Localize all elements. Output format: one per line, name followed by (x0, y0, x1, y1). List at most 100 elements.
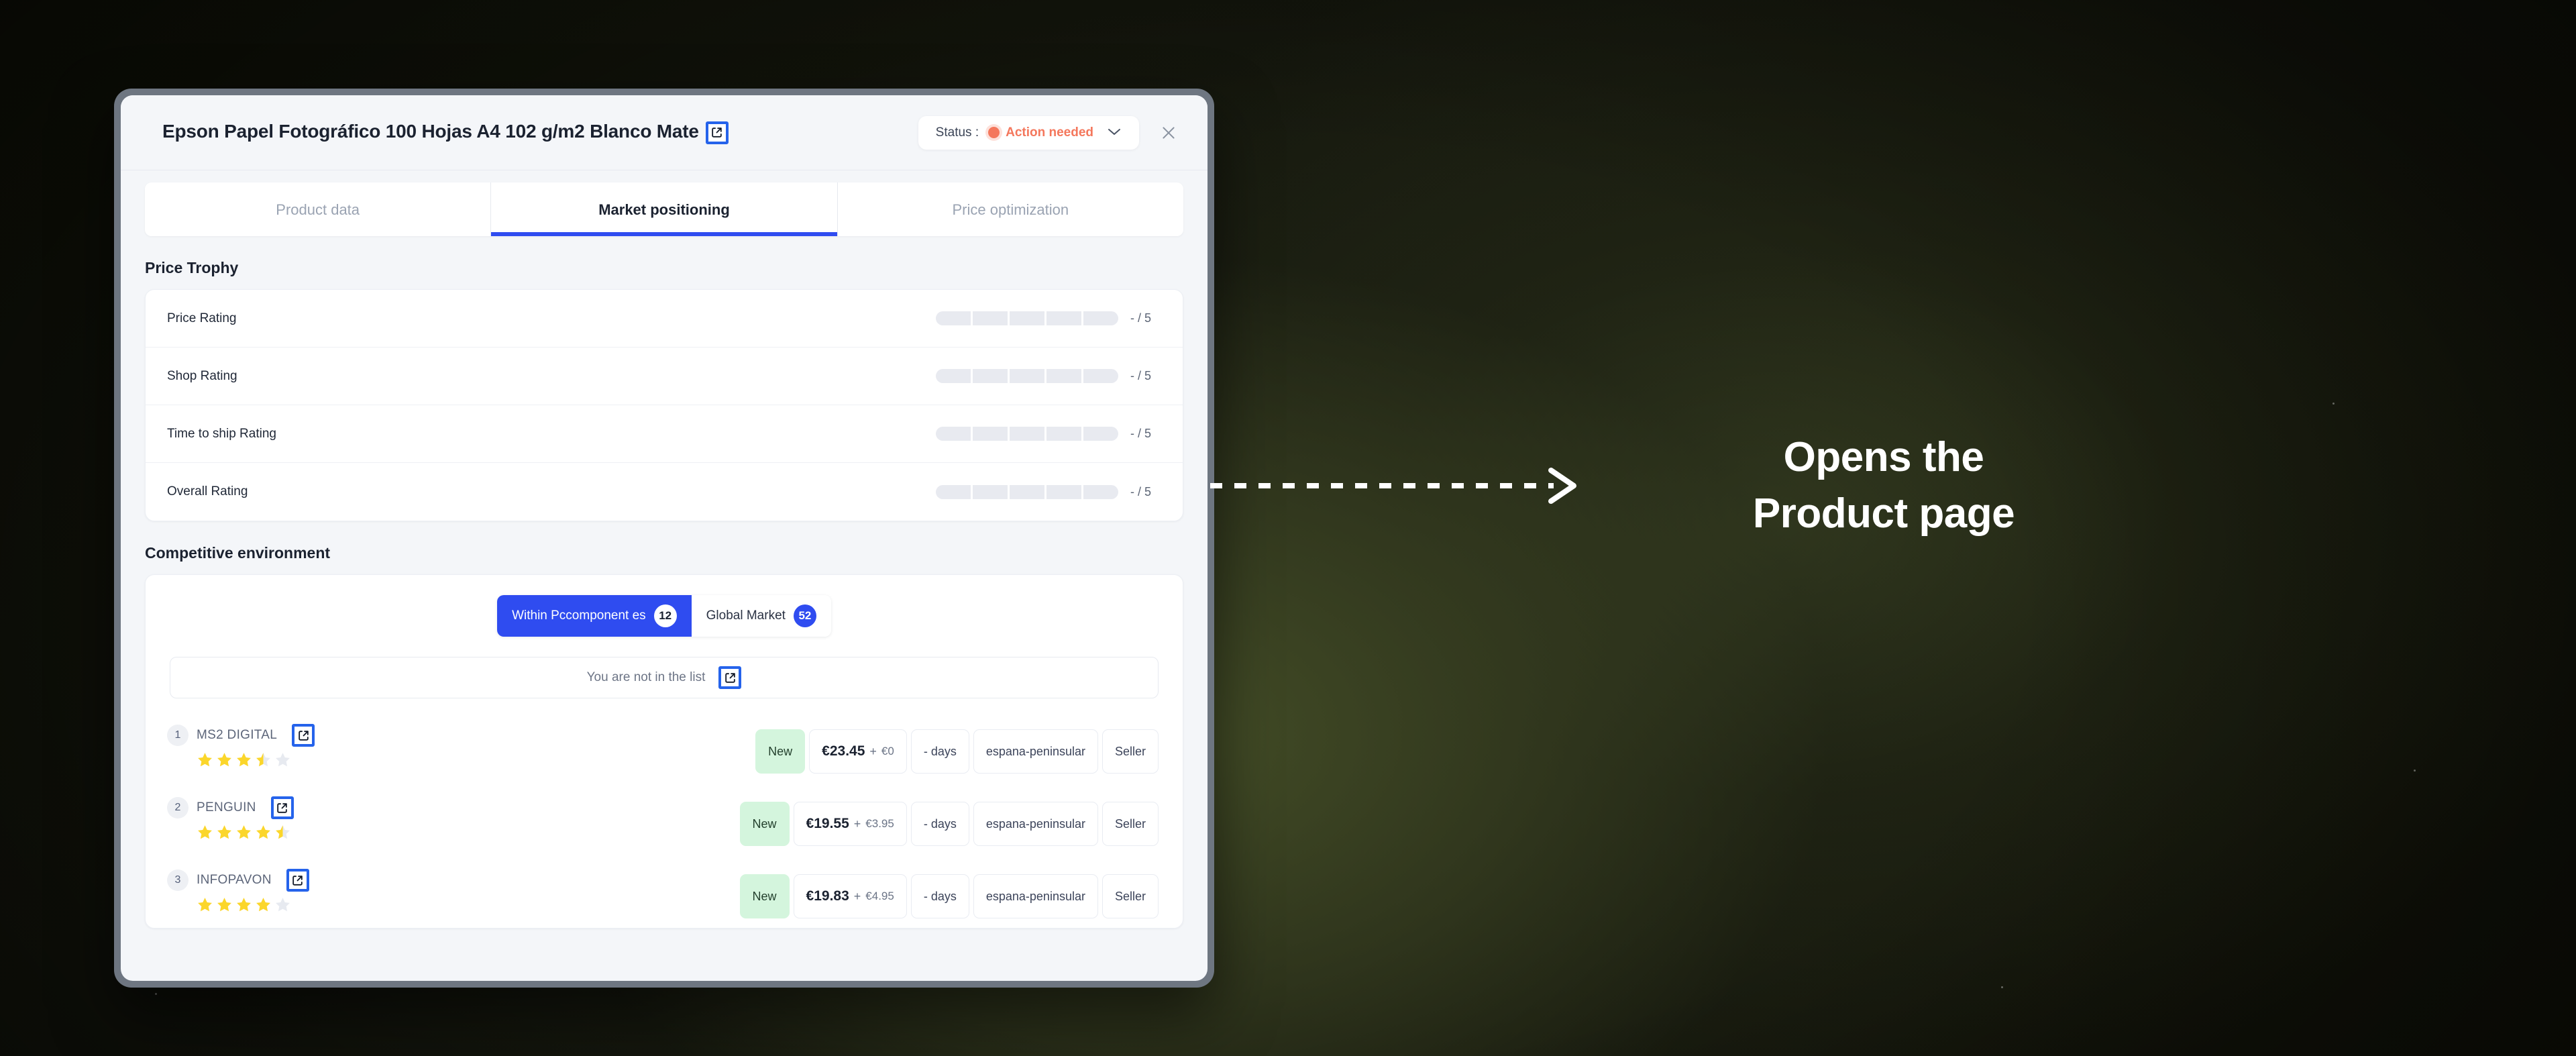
rating-right: - / 5 (936, 369, 1159, 383)
rating-segment (973, 427, 1008, 441)
price-plus-sign: + (853, 889, 861, 903)
price-chip: €23.45 + €0 (809, 729, 907, 774)
seller-name: MS2 DIGITAL (197, 728, 278, 742)
rating-segment (936, 369, 971, 383)
star-icon (217, 825, 231, 839)
status-value: Action needed (1006, 125, 1093, 140)
rating-row: Price Rating - / 5 (146, 290, 1183, 348)
rating-segment (1046, 369, 1081, 383)
shipping-value: €0 (881, 745, 894, 757)
external-link-icon[interactable] (705, 121, 729, 144)
price-value: €19.83 (806, 888, 849, 904)
background-sparkle (2001, 986, 2003, 988)
segment-global-market[interactable]: Global Market 52 (691, 595, 831, 637)
rating-segment-bar (936, 484, 1118, 499)
external-link-icon[interactable] (270, 796, 294, 819)
star-icon (237, 898, 251, 912)
rating-segment (1010, 311, 1044, 325)
seller-name-line: 3 INFOPAVON (167, 869, 309, 892)
rating-label: Overall Rating (167, 484, 248, 498)
app-window: Epson Papel Fotográfico 100 Hojas A4 102… (114, 89, 1214, 988)
segment-label: Global Market (706, 609, 786, 623)
price-value: €19.55 (806, 816, 849, 831)
seller-info: 2 PENGUIN (167, 792, 294, 841)
page-title: Epson Papel Fotográfico 100 Hojas A4 102… (162, 121, 729, 144)
competitive-environment-card: Within Pccomponent es 12 Global Market 5… (145, 574, 1183, 929)
external-link-icon[interactable] (292, 724, 315, 747)
star-empty-icon (276, 898, 290, 912)
rating-right: - / 5 (936, 311, 1159, 325)
chevron-down-icon[interactable] (1103, 126, 1122, 139)
seller-name-line: 1 MS2 DIGITAL (167, 724, 315, 747)
external-link-icon[interactable] (286, 869, 309, 892)
rating-label: Shop Rating (167, 368, 237, 383)
close-icon[interactable] (1152, 117, 1185, 149)
status-dropdown[interactable]: Status : Action needed (918, 115, 1139, 150)
region-chip: espana-peninsular (973, 729, 1098, 774)
condition-chip: New (739, 802, 790, 846)
table-row: 3 INFOPAVON New €19.83 + €4.95 - days es… (146, 855, 1183, 928)
rating-score: - / 5 (1130, 311, 1152, 325)
rating-segment (1046, 311, 1081, 325)
seller-name: INFOPAVON (197, 873, 272, 887)
rating-segment (1010, 427, 1044, 441)
star-icon (217, 753, 231, 767)
price-trophy-card: Price Rating - / 5 Shop Rating - / 5 Tim… (145, 289, 1183, 521)
rank-badge: 1 (167, 725, 189, 746)
star-rating (167, 824, 294, 841)
not-in-list-banner: You are not in the list (170, 657, 1159, 698)
annotation-line-2: Product page (1752, 490, 2015, 537)
rating-row: Time to ship Rating - / 5 (146, 405, 1183, 463)
market-scope-switch: Within Pccomponent es 12 Global Market 5… (146, 575, 1183, 639)
seller-info: 3 INFOPAVON (167, 865, 309, 913)
page-title-text: Epson Papel Fotográfico 100 Hojas A4 102… (162, 121, 699, 142)
rating-segment (973, 311, 1008, 325)
star-icon (256, 898, 270, 912)
rating-segment (1046, 484, 1081, 499)
rating-row: Shop Rating - / 5 (146, 348, 1183, 405)
shipping-value: €3.95 (865, 817, 894, 830)
tab-market-positioning[interactable]: Market positioning (490, 182, 838, 236)
price-plus-sign: + (869, 744, 877, 758)
seller-type-chip: Seller (1102, 874, 1159, 918)
segment-count-badge: 12 (653, 604, 677, 627)
delivery-chip: - days (910, 874, 969, 918)
rating-segment (1083, 369, 1118, 383)
delivery-chip: - days (910, 802, 969, 846)
shipping-value: €4.95 (865, 890, 894, 902)
segmented-control: Within Pccomponent es 12 Global Market 5… (497, 595, 831, 637)
price-plus-sign: + (853, 816, 861, 831)
seller-name: PENGUIN (197, 800, 256, 814)
rating-score: - / 5 (1130, 484, 1152, 498)
star-icon (198, 825, 212, 839)
seller-type-chip: Seller (1102, 729, 1159, 774)
rank-badge: 3 (167, 869, 189, 891)
header-right: Status : Action needed (918, 115, 1185, 150)
rating-segment (973, 484, 1008, 499)
condition-chip: New (755, 729, 806, 774)
annotation-text: Opens the Product page (1622, 429, 2145, 541)
price-chip: €19.83 + €4.95 (793, 874, 907, 918)
rating-segment-bar (936, 369, 1118, 383)
condition-chip: New (739, 874, 790, 918)
star-half-icon (276, 825, 290, 839)
background-sparkle (2332, 403, 2334, 405)
window-inner: Epson Papel Fotográfico 100 Hojas A4 102… (121, 95, 1208, 981)
tab-product-data[interactable]: Product data (145, 182, 491, 236)
rating-score: - / 5 (1130, 369, 1152, 382)
rating-segment (1010, 484, 1044, 499)
modal-header: Epson Papel Fotográfico 100 Hojas A4 102… (121, 95, 1208, 170)
rating-segment (973, 369, 1008, 383)
rating-segment (936, 484, 971, 499)
tab-price-optimization[interactable]: Price optimization (837, 182, 1183, 236)
external-link-icon[interactable] (718, 666, 742, 689)
star-icon (198, 753, 212, 767)
segment-within-marketplace[interactable]: Within Pccomponent es 12 (497, 595, 692, 637)
seller-type-chip: Seller (1102, 802, 1159, 846)
status-dot-icon (988, 127, 1000, 138)
rating-score: - / 5 (1130, 427, 1152, 440)
background-sparkle (155, 993, 157, 995)
star-icon (198, 898, 212, 912)
rating-segment-bar (936, 311, 1118, 325)
annotation-line-1: Opens the (1783, 434, 1984, 480)
